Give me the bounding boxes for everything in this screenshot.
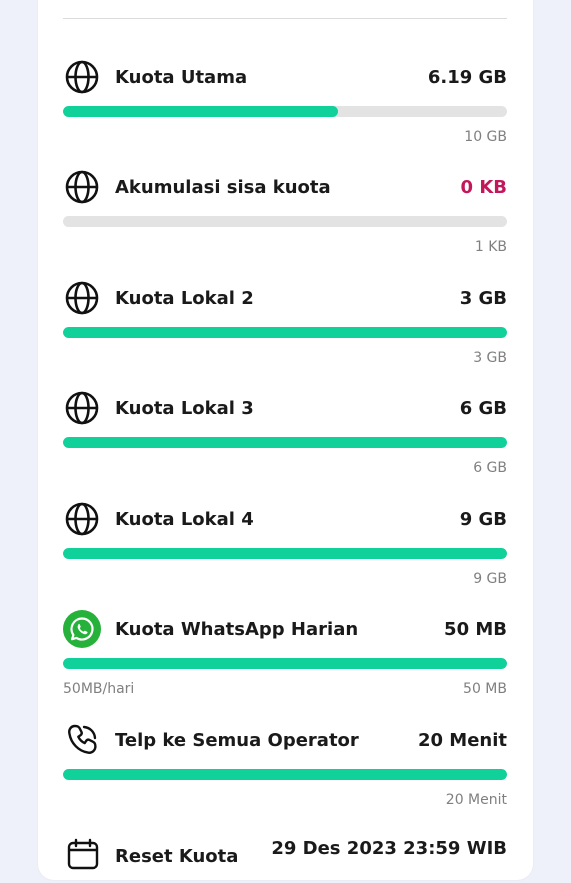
quota-item-telp: Telp ke Semua Operator 20 Menit 20 Menit xyxy=(63,722,507,822)
quota-item-lokal-3: Kuota Lokal 3 6 GB 6 GB xyxy=(63,390,507,490)
progress-bar xyxy=(63,769,507,780)
globe-icon xyxy=(64,501,100,537)
globe-icon xyxy=(64,59,100,95)
whatsapp-icon xyxy=(63,610,101,648)
progress-bar xyxy=(63,437,507,448)
reset-label: Reset Kuota xyxy=(115,846,239,867)
progress-fill xyxy=(63,548,507,559)
quota-total: 50 MB xyxy=(463,681,507,697)
progress-bar xyxy=(63,216,507,227)
quota-total: 9 GB xyxy=(473,571,507,587)
quota-item-whatsapp: Kuota WhatsApp Harian 50 MB 50MB/hari 50… xyxy=(63,610,507,711)
quota-total: 10 GB xyxy=(464,129,507,145)
quota-total: 6 GB xyxy=(473,460,507,476)
quota-label: Kuota Utama xyxy=(115,67,248,88)
quota-label: Kuota Lokal 2 xyxy=(115,288,254,309)
quota-item-akumulasi: Akumulasi sisa kuota 0 KB 1 KB xyxy=(63,169,507,269)
progress-fill xyxy=(63,437,507,448)
quota-total: 1 KB xyxy=(474,239,507,255)
quota-value: 6.19 GB xyxy=(427,67,507,88)
quota-value: 20 Menit xyxy=(417,730,507,751)
calendar-icon xyxy=(67,838,99,870)
reset-datetime: 29 Des 2023 23:59 WIB xyxy=(271,838,507,859)
quota-label: Kuota WhatsApp Harian xyxy=(115,619,359,640)
progress-fill xyxy=(63,658,507,669)
quota-label: Akumulasi sisa kuota xyxy=(115,177,331,198)
quota-label: Telp ke Semua Operator xyxy=(115,730,359,751)
quota-sub-left: 50MB/hari xyxy=(63,681,135,697)
quota-value: 0 KB xyxy=(460,177,507,198)
quota-total: 3 GB xyxy=(473,350,507,366)
quota-total: 20 Menit xyxy=(445,792,507,808)
progress-fill xyxy=(63,106,338,117)
progress-bar xyxy=(63,548,507,559)
progress-fill xyxy=(63,327,507,338)
quota-item-lokal-2: Kuota Lokal 2 3 GB 3 GB xyxy=(63,280,507,380)
globe-icon xyxy=(64,169,100,205)
reset-quota-row: Reset Kuota 29 Des 2023 23:59 WIB xyxy=(63,834,507,874)
phone-icon xyxy=(64,722,100,758)
quota-value: 50 MB xyxy=(444,619,507,640)
quota-value: 3 GB xyxy=(459,288,507,309)
progress-bar xyxy=(63,327,507,338)
globe-icon xyxy=(64,390,100,426)
globe-icon xyxy=(64,280,100,316)
quota-item-lokal-4: Kuota Lokal 4 9 GB 9 GB xyxy=(63,501,507,601)
quota-label: Kuota Lokal 3 xyxy=(115,398,254,419)
progress-bar xyxy=(63,658,507,669)
quota-value: 6 GB xyxy=(459,398,507,419)
quota-label: Kuota Lokal 4 xyxy=(115,509,254,530)
progress-fill xyxy=(63,769,507,780)
progress-bar xyxy=(63,106,507,117)
quota-item-kuota-utama: Kuota Utama 6.19 GB 10 GB xyxy=(63,59,507,159)
divider xyxy=(63,18,507,19)
quota-value: 9 GB xyxy=(459,509,507,530)
